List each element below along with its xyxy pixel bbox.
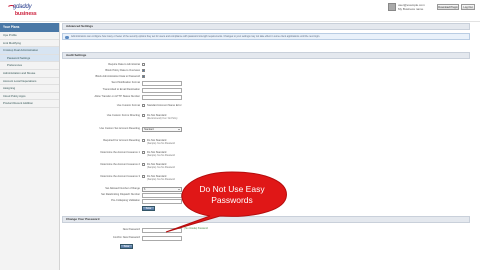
radio-label: Do Not Standard <box>147 114 167 117</box>
setting-label: Use Custom Format <box>116 104 140 107</box>
policy-radio[interactable] <box>142 139 145 142</box>
policy-radio[interactable] <box>142 151 145 154</box>
user-avatar-icon <box>388 3 396 11</box>
limit-label: Pre-Collapsing Validation <box>111 199 140 202</box>
setting-input[interactable] <box>142 95 182 100</box>
setting-row: Use Custom Set Account Resetting Standar… <box>62 127 470 133</box>
sidebar-item-administration[interactable]: Cmistop Dual Administration <box>0 47 59 55</box>
policy-hint: (Sample) Yes No Password <box>147 167 175 169</box>
policy-label: Determine the Account Issuance 2 <box>100 163 140 166</box>
sidebar-item-profile[interactable]: Upe Profile <box>0 32 59 40</box>
setting-label: Send Notification Format <box>111 81 140 84</box>
radio-label: Do Not Standard <box>147 175 167 178</box>
policy-radio[interactable] <box>142 175 145 178</box>
policy-radio[interactable] <box>142 163 145 166</box>
setting-label: Block Policy Data to Overview <box>105 69 140 72</box>
account-info[interactable]: user@example.com My Business name <box>388 3 434 13</box>
limit-select[interactable]: 6 <box>142 187 182 192</box>
sidebar-item-admin-mouse[interactable]: Administration and Mouse <box>0 70 59 78</box>
logout-button[interactable]: Log Out <box>461 4 475 10</box>
setting-label: Require Data to Administrat <box>108 63 140 66</box>
sidebar-item-password-settings[interactable]: Password Settings <box>0 54 59 63</box>
policy-label: Determine the Account Issuance 3 <box>100 175 140 178</box>
setting-checkbox[interactable] <box>142 63 145 66</box>
setting-label: Use Custom Forms Directing <box>106 114 140 117</box>
policy-label: Determine the Account Issuance 1 <box>100 151 140 154</box>
setting-radio[interactable] <box>142 114 145 117</box>
logo-brand: gdaddy <box>13 4 32 10</box>
radio-label: Do Not Standard <box>147 151 167 154</box>
logo-subtitle: business <box>15 11 37 17</box>
info-icon <box>65 35 69 39</box>
setting-input[interactable] <box>142 88 182 93</box>
download-plugin-button[interactable]: Download Plugin <box>437 4 459 10</box>
policy-hint: (Sample) Yes No Password <box>147 155 175 157</box>
limit-input[interactable] <box>142 199 182 204</box>
policy-row: Determine the Account Issuance 2 Do Not … <box>62 163 470 169</box>
setting-row: Use Custom Forms Directing Do Not Standa… <box>62 114 470 120</box>
account-name: My Business name <box>398 7 424 11</box>
logo[interactable]: gdaddy business <box>5 4 37 18</box>
setting-checkbox[interactable] <box>142 75 145 78</box>
limit-label: Set Ratelimiting Dispatch Number <box>101 193 140 196</box>
new-password-label: New Password <box>122 228 140 231</box>
callout-text: Do Not Use Easy Passwords <box>199 184 265 205</box>
policy-row: Determine the Account Issuance 3 Do Not … <box>62 175 470 181</box>
new-password-input[interactable] <box>142 228 182 233</box>
main-content: Advanced Settings Administrators can con… <box>62 23 470 270</box>
info-banner: Administrators can configure how many or… <box>62 33 470 40</box>
section-header-audit: Audit Settings <box>62 52 470 59</box>
policy-hint: (Sample) Yes No Password <box>147 143 175 145</box>
info-text: Administrators can configure how many or… <box>71 35 320 38</box>
sidebar-item-product-addition[interactable]: Product Recent Addition <box>0 100 59 108</box>
sidebar-item-cloud-apps[interactable]: Cloud Policy Apps <box>0 93 59 101</box>
confirm-password-label: Confirm New Password <box>112 236 140 239</box>
setting-label: Transmitted to Email Destination <box>102 88 140 91</box>
sidebar: Your Plans Upe Profile Link Modifying Cm… <box>0 23 60 270</box>
confirm-password-row: Confirm New Password <box>62 236 470 242</box>
change-password-button[interactable]: Save <box>120 244 133 249</box>
setting-radio[interactable] <box>142 104 145 107</box>
section-header-change-password: Change Your Password <box>62 216 470 223</box>
setting-hint: (Recommend) Yes / No Policy <box>147 118 178 120</box>
setting-row: Send Notification Format <box>62 81 470 87</box>
radio-label: Do Not Standard <box>147 139 167 142</box>
select-value: Standard <box>144 128 154 131</box>
policy-label: Required For Account Resetting <box>103 139 140 142</box>
setting-checkbox[interactable] <box>142 69 145 72</box>
setting-row: Transmitted to Email Destination <box>62 88 470 94</box>
save-settings-button[interactable]: Save <box>142 206 155 211</box>
setting-input[interactable] <box>142 81 182 86</box>
select-value: 6 <box>144 188 146 191</box>
policy-row: Determine the Account Issuance 1 Do Not … <box>62 151 470 157</box>
setting-row: Use Custom Format Standard Account Name … <box>62 104 470 110</box>
policy-row: Required For Account Resetting Do Not St… <box>62 139 470 145</box>
new-password-row: New Password (Too Unsafe) Password <box>62 228 470 234</box>
setting-label: Allow Transfer on HTTP Status Number <box>94 95 140 98</box>
policy-hint: (Sample) Yes No Password <box>147 179 175 181</box>
sidebar-item-assigning[interactable]: Assigning <box>0 85 59 93</box>
sidebar-item-account-operations[interactable]: Account Local Neperations <box>0 78 59 86</box>
setting-label: Use Custom Set Account Resetting <box>99 127 140 130</box>
radio-label: Do Not Standard <box>147 163 167 166</box>
setting-label: Block Administration Data to Password <box>95 75 140 78</box>
setting-row: Allow Transfer on HTTP Status Number <box>62 95 470 101</box>
sidebar-item-preferences[interactable]: Preferences <box>0 62 59 70</box>
sidebar-title: Your Plans <box>0 23 59 32</box>
radio-label: Standard Account Name Error <box>147 104 182 107</box>
section-header-advanced: Advanced Settings <box>62 23 470 30</box>
confirm-password-input[interactable] <box>142 236 182 241</box>
password-strength-hint: (Too Unsafe) Password <box>184 228 208 230</box>
limit-input[interactable] <box>142 193 182 198</box>
app-header: gdaddy business user@example.com My Busi… <box>0 0 480 22</box>
sidebar-item-link-modifying[interactable]: Link Modifying <box>0 40 59 48</box>
setting-select[interactable]: Standard <box>142 127 182 132</box>
limit-label: Set Allowed Number of Range <box>105 187 140 190</box>
